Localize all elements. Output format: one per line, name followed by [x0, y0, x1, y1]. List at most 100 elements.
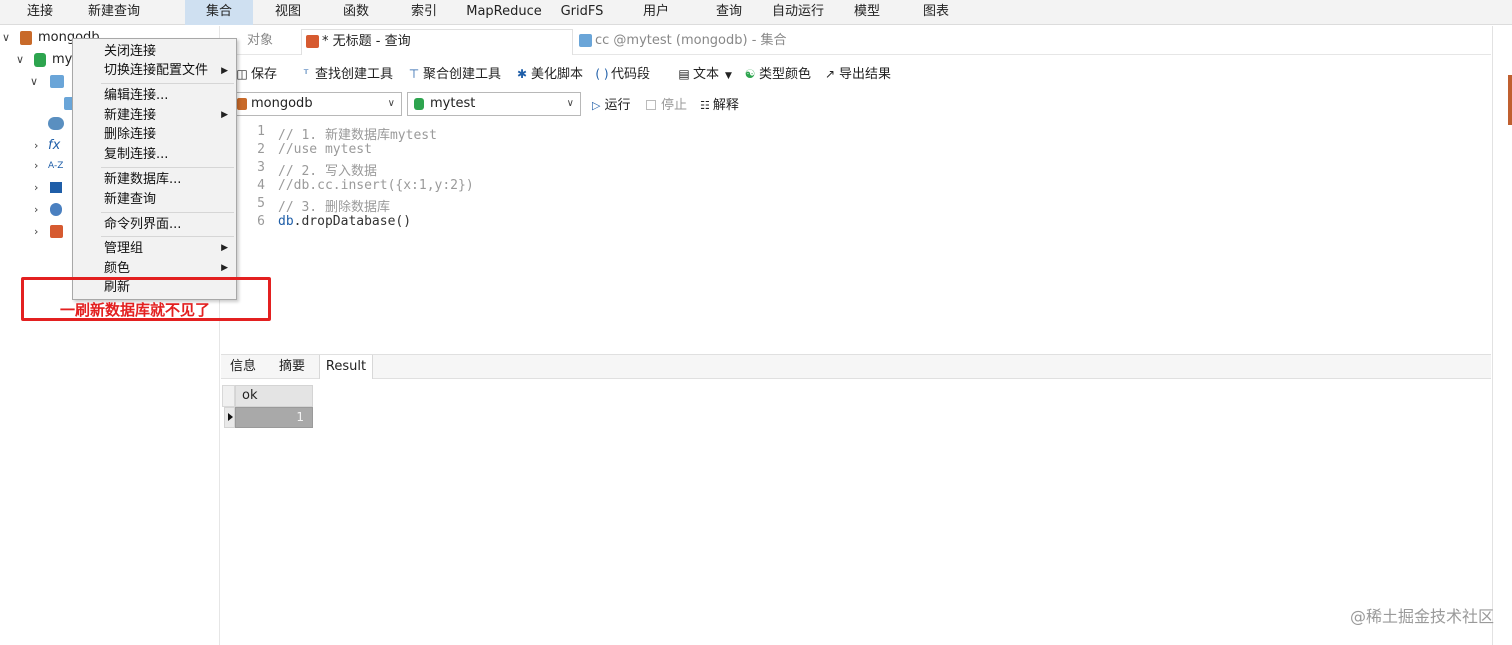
chevron-down-icon: ∨: [387, 98, 395, 109]
explain-button[interactable]: ☷ 解释: [700, 96, 739, 116]
chevron-right-icon[interactable]: ›: [34, 178, 38, 198]
mongodb-connection-icon: [237, 98, 247, 110]
chevron-right-icon[interactable]: ›: [34, 136, 38, 156]
type-color-label: 类型颜色: [759, 67, 812, 82]
run-button[interactable]: ▷ 运行: [592, 96, 630, 116]
submenu-arrow-icon: ▶: [221, 263, 228, 273]
collections-icon: [50, 75, 64, 88]
menu-mapreduce[interactable]: MapReduce: [458, 0, 550, 25]
document-icon: ▤: [678, 67, 690, 81]
save-button[interactable]: ◫ 保存: [235, 64, 277, 84]
tab-collection-cc[interactable]: cc @mytest (mongodb) - 集合: [575, 29, 847, 55]
tab-objects[interactable]: 对象: [241, 29, 301, 55]
menu-manage-group[interactable]: 管理组: [104, 239, 143, 259]
database-icon: [34, 53, 46, 67]
tab-summary[interactable]: 摘要: [271, 355, 313, 379]
gridfs-icon: [50, 203, 62, 216]
menu-command-line[interactable]: 命令列界面...: [104, 215, 181, 235]
text-view-button[interactable]: ▤ 文本 ▼: [677, 64, 732, 84]
database-icon: [414, 98, 424, 110]
aggregate-builder-button[interactable]: ⊤ 聚合创建工具: [407, 64, 501, 84]
function-icon: fx: [48, 138, 61, 153]
tab-strip: 对象 * 无标题 - 查询 cc @mytest (mongodb) - 集合: [221, 27, 1491, 55]
menu-chart[interactable]: 图表: [910, 0, 962, 25]
menu-new-query[interactable]: 新建查询: [104, 190, 156, 210]
index-icon: A-Z: [48, 161, 64, 171]
find-builder-label: 查找创建工具: [315, 67, 394, 82]
save-icon: ◫: [236, 67, 248, 81]
menu-view[interactable]: 视图: [262, 0, 314, 25]
submenu-arrow-icon: ▶: [221, 243, 228, 253]
menu-new-database[interactable]: 新建数据库...: [104, 170, 181, 190]
collection-tab-icon: [579, 34, 592, 47]
menu-gridfs[interactable]: GridFS: [554, 0, 610, 25]
tab-untitled-query[interactable]: * 无标题 - 查询: [301, 29, 573, 55]
dropdown-caret-icon[interactable]: ▼: [725, 71, 732, 81]
menu-user[interactable]: 用户: [630, 0, 682, 25]
aggregate-builder-label: 聚合创建工具: [423, 67, 502, 82]
tab-info[interactable]: 信息: [223, 355, 263, 379]
chevron-right-icon[interactable]: ›: [34, 200, 38, 220]
tab-result[interactable]: Result: [319, 355, 373, 379]
mongodb-connection-icon: [20, 31, 32, 45]
magic-wand-icon: ✱: [516, 67, 528, 81]
code-line: // 1. 新建数据库mytest: [278, 128, 437, 143]
chevron-right-icon[interactable]: ›: [34, 222, 38, 242]
chevron-down-icon[interactable]: ∨: [16, 50, 24, 70]
menu-copy-connection[interactable]: 复制连接...: [104, 145, 168, 165]
menu-function[interactable]: 函数: [330, 0, 382, 25]
filter-icon: ᵀ: [303, 67, 309, 81]
line-number: 4: [257, 178, 265, 193]
menu-automation[interactable]: 自动运行: [764, 0, 832, 25]
stop-icon: [646, 100, 656, 110]
database-select[interactable]: mytest ∨: [407, 92, 581, 116]
connection-select[interactable]: mongodb ∨: [230, 92, 402, 116]
menu-new-query[interactable]: 新建查询: [76, 0, 152, 25]
export-results-button[interactable]: ↗ 导出结果: [823, 64, 891, 84]
stop-button[interactable]: 停止: [646, 96, 687, 116]
code-line: db.dropDatabase(): [278, 214, 411, 229]
menu-separator: [101, 83, 234, 84]
type-color-button[interactable]: ☯ 类型颜色: [743, 64, 811, 84]
menu-close-connection[interactable]: 关闭连接: [104, 42, 156, 62]
menu-separator: [101, 236, 234, 237]
menu-model[interactable]: 模型: [841, 0, 893, 25]
menu-delete-connection[interactable]: 删除连接: [104, 125, 156, 145]
chevron-down-icon: ∨: [566, 98, 574, 109]
beautify-button[interactable]: ✱ 美化脚本: [515, 64, 583, 84]
code-line: //db.cc.insert({x:1,y:2}): [278, 178, 474, 193]
chevron-down-icon[interactable]: ∨: [2, 28, 10, 48]
menu-collection[interactable]: 集合: [185, 0, 253, 25]
submenu-arrow-icon: ▶: [221, 110, 228, 120]
line-number: 6: [257, 214, 265, 229]
find-builder-button[interactable]: ᵀ 查找创建工具: [299, 64, 393, 84]
menu-connect[interactable]: 连接: [14, 0, 66, 25]
row-selector[interactable]: [224, 407, 235, 428]
menu-index[interactable]: 索引: [398, 0, 450, 25]
watermark: @稀土掘金技术社区: [1349, 607, 1494, 626]
code-text: .dropDatabase(): [293, 214, 412, 229]
snippet-label: 代码段: [611, 67, 651, 82]
context-menu: 关闭连接 切换连接配置文件 ▶ 编辑连接... 新建连接 ▶ 删除连接 复制连接…: [72, 38, 237, 300]
snippet-button[interactable]: ( ) 代码段: [595, 64, 650, 84]
menu-switch-profile-label: 切换连接配置文件: [104, 63, 209, 78]
menu-query[interactable]: 查询: [703, 0, 755, 25]
chevron-right-icon[interactable]: ›: [34, 156, 38, 176]
menu-color[interactable]: 颜色: [104, 259, 130, 279]
query-toolbar: ◫ 保存 ᵀ 查找创建工具 ⊤ 聚合创建工具 ✱ 美化脚本 ( ) 代码段 ▤ 文本 ▼ ☯ 类…: [221, 58, 1491, 88]
connection-select-value: mongodb: [251, 96, 313, 111]
grid-cell[interactable]: 1: [235, 407, 313, 428]
grid-column-header[interactable]: ok: [235, 385, 313, 407]
menu-edit-connection[interactable]: 编辑连接...: [104, 86, 168, 106]
aggregate-icon: ⊤: [408, 67, 420, 81]
menu-separator: [101, 167, 234, 168]
line-number: 2: [257, 142, 265, 157]
line-number: 1: [257, 124, 265, 139]
code-editor[interactable]: 1 // 1. 新建数据库mytest 2 //use mytest 3 // …: [221, 120, 1491, 352]
menu-switch-profile[interactable]: 切换连接配置文件: [104, 61, 234, 81]
mapreduce-icon: [50, 182, 62, 193]
chevron-down-icon[interactable]: ∨: [30, 72, 38, 92]
code-line: //use mytest: [278, 142, 372, 157]
menu-new-connection[interactable]: 新建连接: [104, 106, 156, 126]
grid-corner: [222, 385, 235, 407]
